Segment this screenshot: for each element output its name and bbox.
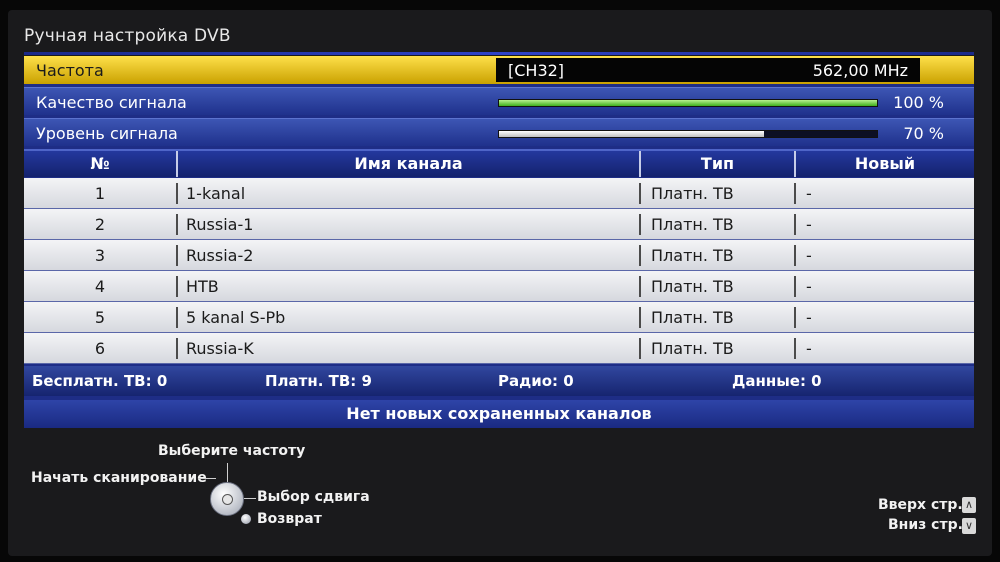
signal-strength-fill — [499, 131, 764, 137]
data-count: Данные: 0 — [732, 372, 822, 390]
channel-name: Russia-1 — [186, 215, 254, 234]
channel-name: Russia-2 — [186, 246, 254, 265]
tuning-panel: Частота [CH32] 562,00 MHz Качество сигна… — [24, 56, 974, 428]
help-select-frequency: Выберите частоту — [158, 443, 306, 459]
channel-new-flag: - — [806, 308, 812, 327]
row-separator — [639, 307, 641, 328]
channel-name: 1-kanal — [186, 184, 246, 203]
table-row[interactable]: 2 Russia-1 Платн. ТВ - — [24, 209, 974, 240]
row-separator — [639, 276, 641, 297]
channel-name: 5 kanal S-Pb — [186, 308, 286, 327]
row-separator — [639, 245, 641, 266]
channel-new-flag: - — [806, 277, 812, 296]
column-number: № — [90, 154, 110, 173]
help-page-up: Вверх стр. — [878, 497, 963, 513]
channel-new-flag: - — [806, 184, 812, 203]
row-separator — [794, 338, 796, 359]
radio-count: Радио: 0 — [498, 372, 574, 390]
signal-quality-row: Качество сигнала 100 % — [24, 87, 974, 115]
column-type: Тип — [700, 154, 735, 173]
row-separator — [176, 245, 178, 266]
channel-number: 5 — [94, 308, 106, 327]
channel-number: 2 — [94, 215, 106, 234]
frequency-value: 562,00 MHz — [812, 61, 908, 80]
arrow-up-icon: ∧ — [962, 497, 976, 513]
row-separator — [639, 183, 641, 204]
title-divider — [24, 52, 974, 55]
dpad-icon — [210, 482, 244, 516]
channel-type: Платн. ТВ — [651, 339, 734, 358]
signal-strength-label: Уровень сигнала — [36, 124, 178, 143]
channel-number: 3 — [94, 246, 106, 265]
channel-new-flag: - — [806, 215, 812, 234]
row-separator — [639, 214, 641, 235]
channel-table-body: 1 1-kanal Платн. ТВ - 2 Russia-1 Платн. ТВ - 3 Ru… — [24, 178, 974, 364]
channel-type: Платн. ТВ — [651, 184, 734, 203]
channel-code: [CH32] — [508, 61, 565, 80]
dpad-center-icon — [222, 494, 233, 505]
channel-new-flag: - — [806, 246, 812, 265]
channel-number: 4 — [94, 277, 106, 296]
channel-name: НТВ — [186, 277, 219, 296]
row-separator — [176, 276, 178, 297]
signal-quality-label: Качество сигнала — [36, 93, 187, 112]
channel-new-flag: - — [806, 339, 812, 358]
channel-type: Платн. ТВ — [651, 246, 734, 265]
frequency-row[interactable]: Частота [CH32] 562,00 MHz — [24, 56, 974, 84]
frequency-label: Частота — [36, 61, 104, 80]
signal-strength-row: Уровень сигнала 70 % — [24, 118, 974, 146]
column-new: Новый — [854, 154, 916, 173]
table-row[interactable]: 5 5 kanal S-Pb Платн. ТВ - — [24, 302, 974, 333]
scan-statistics: Бесплатн. ТВ: 0 Платн. ТВ: 9 Радио: 0 Да… — [24, 366, 974, 396]
help-leader-line — [227, 463, 228, 483]
free-tv-count: Бесплатн. ТВ: 0 — [32, 372, 168, 390]
help-leader-line — [198, 478, 216, 479]
pay-tv-count: Платн. ТВ: 9 — [265, 372, 372, 390]
signal-strength-percent: 70 % — [903, 124, 944, 143]
row-separator — [176, 307, 178, 328]
page-title: Ручная настройка DVB — [24, 26, 231, 46]
channel-type: Платн. ТВ — [651, 277, 734, 296]
channel-number: 6 — [94, 339, 106, 358]
row-separator — [176, 214, 178, 235]
help-shift-select: Выбор сдвига — [257, 489, 370, 505]
channel-type: Платн. ТВ — [651, 308, 734, 327]
row-separator — [794, 276, 796, 297]
channel-table-header: № Имя канала Тип Новый — [24, 149, 974, 177]
table-row[interactable]: 4 НТВ Платн. ТВ - — [24, 271, 974, 302]
status-message: Нет новых сохраненных каналов — [24, 400, 974, 428]
frequency-field[interactable]: [CH32] 562,00 MHz — [496, 58, 920, 82]
row-separator — [639, 338, 641, 359]
signal-quality-percent: 100 % — [893, 93, 944, 112]
back-button-icon — [241, 514, 251, 524]
table-row[interactable]: 6 Russia-K Платн. ТВ - — [24, 333, 974, 364]
help-start-scan: Начать сканирование — [31, 470, 207, 486]
row-separator — [176, 183, 178, 204]
arrow-down-icon: ∨ — [962, 518, 976, 534]
signal-strength-bar — [498, 130, 878, 138]
table-row[interactable]: 3 Russia-2 Платн. ТВ - — [24, 240, 974, 271]
channel-name: Russia-K — [186, 339, 254, 358]
row-separator — [794, 183, 796, 204]
row-separator — [794, 214, 796, 235]
help-page-down: Вниз стр. — [888, 517, 963, 533]
signal-quality-fill — [499, 100, 877, 106]
help-leader-line — [244, 498, 256, 499]
help-back: Возврат — [257, 511, 322, 527]
table-row[interactable]: 1 1-kanal Платн. ТВ - — [24, 178, 974, 209]
channel-type: Платн. ТВ — [651, 215, 734, 234]
signal-quality-bar — [498, 99, 878, 107]
column-channel-name: Имя канала — [354, 154, 463, 173]
channel-number: 1 — [94, 184, 106, 203]
row-separator — [794, 307, 796, 328]
row-separator — [794, 245, 796, 266]
row-separator — [176, 338, 178, 359]
